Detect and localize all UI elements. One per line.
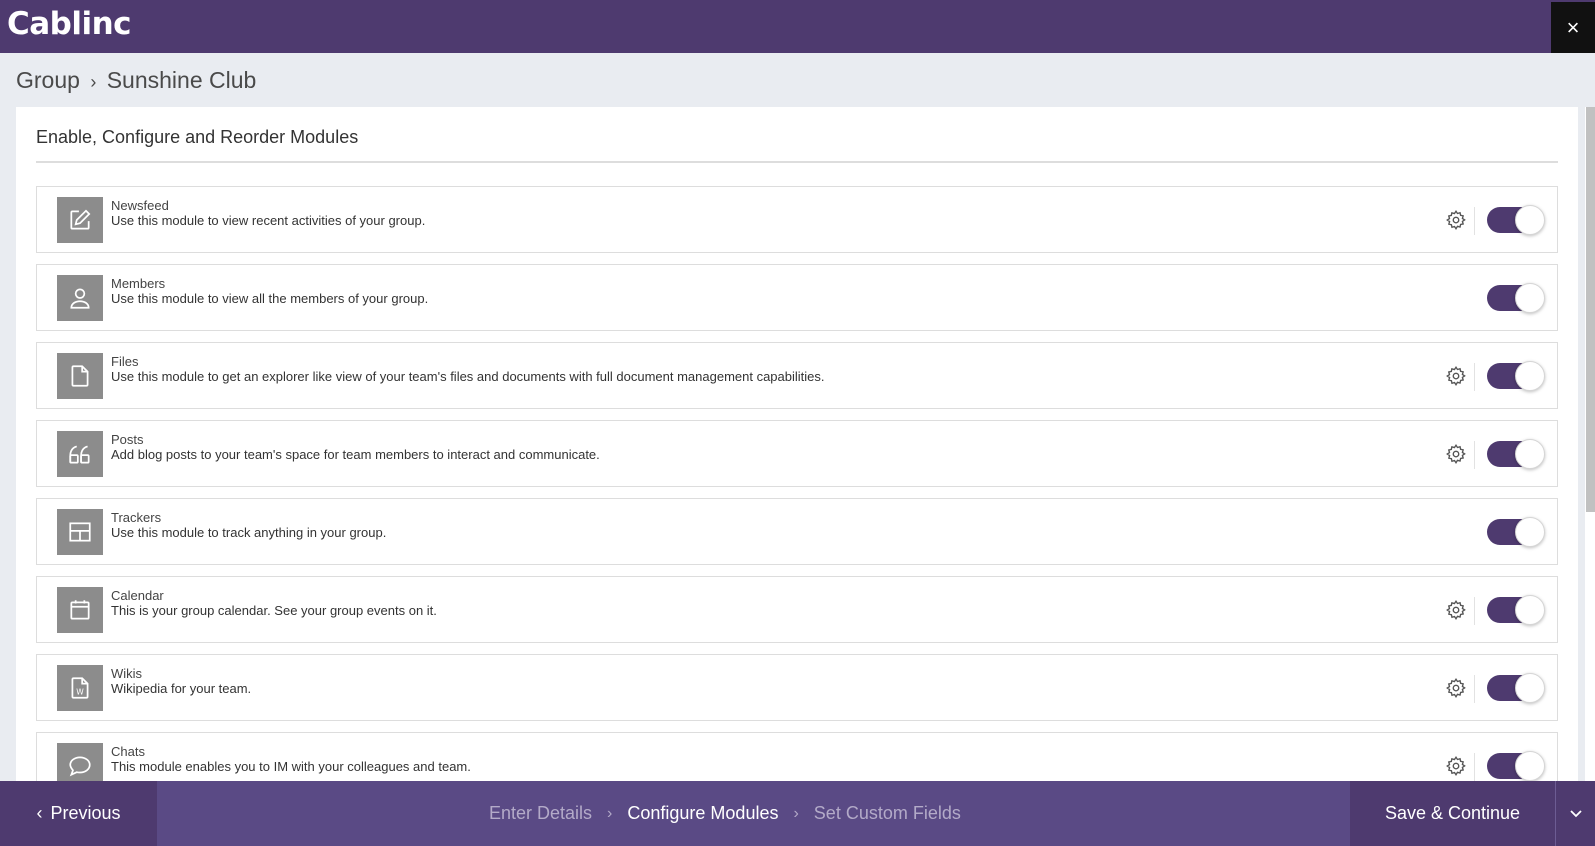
step-enter-details[interactable]: Enter Details: [489, 803, 592, 824]
divider: [1474, 597, 1475, 625]
module-toggle-posts[interactable]: [1487, 439, 1545, 469]
previous-label: Previous: [50, 803, 121, 823]
module-toggle-trackers[interactable]: [1487, 517, 1545, 547]
module-name: Chats: [111, 744, 145, 759]
wizard-footer: ‹ Previous Enter Details › Configure Mod…: [0, 781, 1595, 846]
module-toggle-files[interactable]: [1487, 361, 1545, 391]
module-description: Use this module to track anything in you…: [111, 525, 387, 540]
module-description: This module enables you to IM with your …: [111, 759, 471, 774]
chevron-right-icon: ›: [607, 804, 613, 822]
gear-icon[interactable]: [1445, 365, 1467, 387]
previous-button[interactable]: ‹ Previous: [0, 781, 157, 846]
module-row-calendar[interactable]: Calendar This is your group calendar. See…: [36, 576, 1558, 643]
quote-icon: [57, 431, 103, 477]
toggle-knob: [1515, 751, 1545, 781]
toggle-knob: [1515, 673, 1545, 703]
gear-icon[interactable]: [1445, 443, 1467, 465]
close-icon: ×: [1566, 14, 1580, 40]
close-button[interactable]: ×: [1551, 2, 1595, 53]
module-name: Wikis: [111, 666, 143, 681]
module-name: Trackers: [111, 510, 162, 525]
table-icon: [57, 509, 103, 555]
toggle-knob: [1515, 283, 1545, 313]
module-row-chats[interactable]: Chats This module enables you to IM with …: [36, 732, 1558, 787]
gear-icon[interactable]: [1445, 755, 1467, 777]
module-list: Newsfeed Use this module to view recent a…: [36, 186, 1558, 787]
module-name: Newsfeed: [111, 198, 169, 213]
svg-text:W: W: [76, 688, 84, 697]
module-description: This is your group calendar. See your gr…: [111, 603, 437, 618]
save-options-dropdown[interactable]: [1555, 781, 1595, 846]
toggle-knob: [1515, 361, 1545, 391]
panel-divider: [36, 161, 1558, 163]
chevron-down-icon: [1569, 809, 1582, 817]
module-toggle-wikis[interactable]: [1487, 673, 1545, 703]
panel-scrollbar[interactable]: [1585, 107, 1595, 787]
wizard-steps: Enter Details › Configure Modules › Set …: [489, 781, 961, 846]
divider: [1474, 675, 1475, 703]
toggle-knob: [1515, 517, 1545, 547]
breadcrumb-current: Sunshine Club: [106, 67, 257, 93]
module-row-wikis[interactable]: W Wikis Wikipedia for your team.: [36, 654, 1558, 721]
toggle-knob: [1515, 595, 1545, 625]
gear-icon[interactable]: [1445, 209, 1467, 231]
file-icon: [57, 353, 103, 399]
wiki-icon: W: [57, 665, 103, 711]
module-row-newsfeed[interactable]: Newsfeed Use this module to view recent a…: [36, 186, 1558, 253]
module-description: Use this module to get an explorer like …: [111, 369, 825, 384]
toggle-knob: [1515, 439, 1545, 469]
module-name: Members: [111, 276, 166, 291]
module-row-members[interactable]: Members Use this module to view all the m…: [36, 264, 1558, 331]
app-logo: Cablinc: [7, 6, 132, 42]
breadcrumb-parent[interactable]: Group: [16, 67, 80, 93]
divider: [1474, 207, 1475, 235]
chevron-left-icon: ‹: [36, 803, 43, 823]
module-row-trackers[interactable]: Trackers Use this module to track anythin…: [36, 498, 1558, 565]
divider: [1474, 363, 1475, 391]
save-continue-label: Save & Continue: [1384, 803, 1521, 823]
breadcrumb-separator: ›: [90, 72, 97, 92]
module-description: Use this module to view recent activitie…: [111, 213, 426, 228]
module-name: Calendar: [111, 588, 164, 603]
top-bar: Cablinc ×: [0, 0, 1595, 53]
gear-icon[interactable]: [1445, 599, 1467, 621]
gear-icon[interactable]: [1445, 677, 1467, 699]
module-name: Files: [111, 354, 139, 369]
module-description: Add blog posts to your team's space for …: [111, 447, 600, 462]
toggle-knob: [1515, 205, 1545, 235]
modules-panel: Enable, Configure and Reorder Modules Ne…: [16, 107, 1578, 787]
divider: [1474, 441, 1475, 469]
module-name: Posts: [111, 432, 144, 447]
step-set-custom-fields[interactable]: Set Custom Fields: [814, 803, 961, 824]
breadcrumb: Group › Sunshine Club: [16, 67, 256, 94]
divider: [1474, 753, 1475, 781]
scrollbar-thumb[interactable]: [1586, 107, 1595, 512]
calendar-icon: [57, 587, 103, 633]
module-toggle-calendar[interactable]: [1487, 595, 1545, 625]
chevron-right-icon: ›: [793, 804, 799, 822]
module-description: Wikipedia for your team.: [111, 681, 252, 696]
module-toggle-members[interactable]: [1487, 283, 1545, 313]
module-description: Use this module to view all the members …: [111, 291, 429, 306]
module-row-posts[interactable]: Posts Add blog posts to your team's space…: [36, 420, 1558, 487]
edit-icon: [57, 197, 103, 243]
user-icon: [57, 275, 103, 321]
module-toggle-newsfeed[interactable]: [1487, 205, 1545, 235]
step-configure-modules[interactable]: Configure Modules: [627, 803, 778, 824]
panel-title: Enable, Configure and Reorder Modules: [36, 127, 359, 147]
module-row-files[interactable]: Files Use this module to get an explorer …: [36, 342, 1558, 409]
module-toggle-chats[interactable]: [1487, 751, 1545, 781]
save-continue-button[interactable]: Save & Continue: [1350, 781, 1555, 846]
